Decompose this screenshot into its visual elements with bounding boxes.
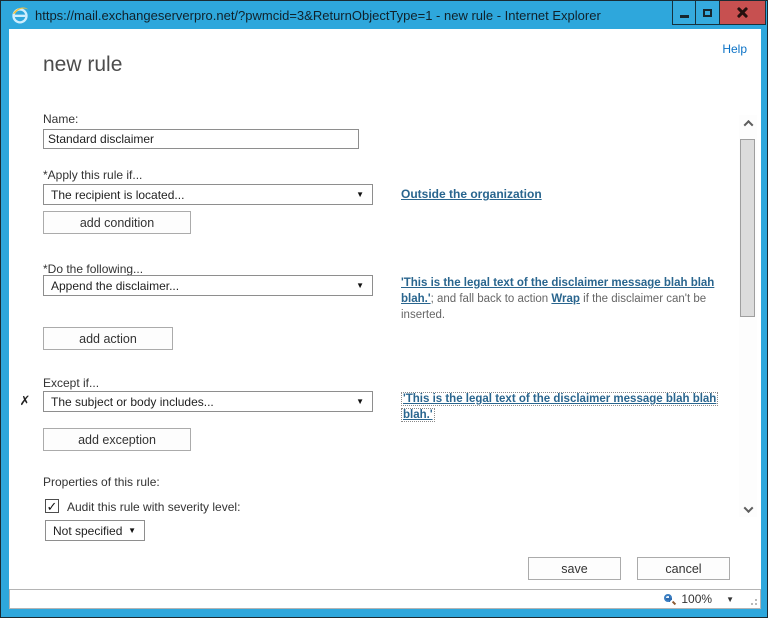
zoom-icon <box>664 593 677 605</box>
resize-grip[interactable] <box>748 596 757 605</box>
dialog-content: Help new rule Name: *Apply this rule if.… <box>9 29 761 589</box>
minimize-icon <box>679 15 689 18</box>
window-title: https://mail.exchangeserverpro.net/?pwmc… <box>35 7 601 23</box>
dropdown-arrow-icon: ▼ <box>356 189 364 199</box>
scrollbar-thumb[interactable] <box>740 139 755 317</box>
dropdown-arrow-icon: ▼ <box>128 525 136 535</box>
close-icon <box>737 7 748 18</box>
checkmark-icon: ✓ <box>46 498 58 514</box>
condition-label: *Apply this rule if... <box>43 168 143 182</box>
vertical-scrollbar[interactable] <box>739 115 757 517</box>
name-label: Name: <box>43 112 79 126</box>
zoom-dropdown-arrow-icon: ▼ <box>726 594 734 604</box>
condition-select-value: The recipient is located... <box>51 187 185 202</box>
exception-value-text: 'This is the legal text of the disclaime… <box>401 391 727 423</box>
exception-select[interactable]: The subject or body includes... ▼ <box>43 391 373 412</box>
help-link[interactable]: Help <box>722 42 747 56</box>
scroll-up-button[interactable] <box>739 115 757 131</box>
add-action-button[interactable]: add action <box>43 327 173 350</box>
zoom-control[interactable]: 100% ▼ <box>664 592 734 606</box>
zoom-level: 100% <box>681 592 713 606</box>
exception-label: Except if... <box>43 376 100 390</box>
cancel-button[interactable]: cancel <box>637 557 730 580</box>
severity-select[interactable]: Not specified ▼ <box>45 520 145 541</box>
save-button[interactable]: save <box>528 557 621 580</box>
action-middle-text: ; and fall back to action <box>430 293 552 305</box>
maximize-icon <box>703 8 712 17</box>
scroll-down-button[interactable] <box>739 501 757 517</box>
internet-explorer-icon <box>11 6 29 24</box>
exception-select-value: The subject or body includes... <box>51 394 214 409</box>
action-select-value: Append the disclaimer... <box>51 278 180 293</box>
page-title: new rule <box>43 53 123 76</box>
add-condition-button[interactable]: add condition <box>43 211 191 234</box>
condition-value-link[interactable]: Outside the organization <box>401 187 542 201</box>
rule-name-input[interactable] <box>43 129 359 149</box>
audit-label: Audit this rule with severity level: <box>67 500 241 514</box>
severity-select-value: Not specified <box>53 523 123 538</box>
chevron-up-icon <box>743 119 753 130</box>
minimize-button[interactable] <box>672 1 696 25</box>
audit-checkbox[interactable]: ✓ <box>45 499 59 513</box>
properties-label: Properties of this rule: <box>43 475 160 489</box>
fallback-action-link[interactable]: Wrap <box>551 293 580 305</box>
action-select[interactable]: Append the disclaimer... ▼ <box>43 275 373 296</box>
chevron-down-icon <box>743 502 753 513</box>
dropdown-arrow-icon: ▼ <box>356 280 364 290</box>
exception-disclaimer-link[interactable]: 'This is the legal text of the disclaime… <box>401 392 719 422</box>
add-exception-button[interactable]: add exception <box>43 428 191 451</box>
condition-select[interactable]: The recipient is located... ▼ <box>43 184 373 205</box>
title-bar[interactable]: https://mail.exchangeserverpro.net/?pwmc… <box>1 1 767 29</box>
maximize-button[interactable] <box>695 1 720 25</box>
action-label: *Do the following... <box>43 262 144 276</box>
status-bar: 100% ▼ <box>9 589 761 609</box>
window-controls <box>672 1 766 25</box>
ie-window: https://mail.exchangeserverpro.net/?pwmc… <box>0 0 768 618</box>
remove-exception-icon[interactable]: ✗ <box>17 393 33 409</box>
dropdown-arrow-icon: ▼ <box>356 396 364 406</box>
action-value-text: 'This is the legal text of the disclaime… <box>401 275 727 323</box>
close-button[interactable] <box>719 1 766 25</box>
